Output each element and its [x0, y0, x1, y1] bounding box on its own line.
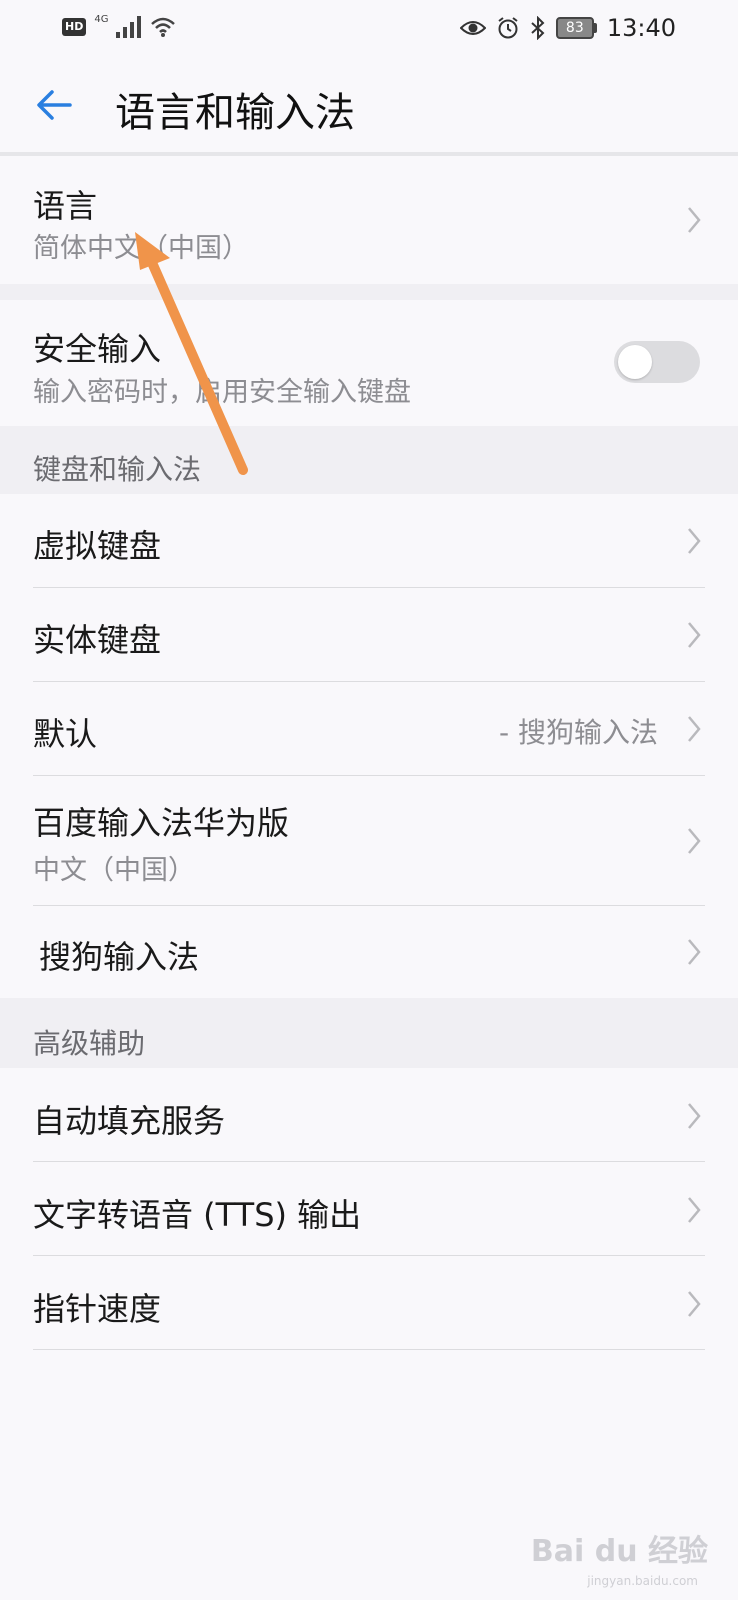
clock: 13:40: [606, 14, 676, 42]
list-item-autofill[interactable]: 自动填充服务: [0, 1068, 738, 1162]
secure-input-toggle[interactable]: [614, 341, 700, 383]
secure-input-title: 安全输入: [33, 330, 162, 368]
section-header-keyboard: 键盘和输入法: [0, 426, 738, 494]
chevron-right-icon: [688, 716, 701, 742]
list-item-pointer-speed[interactable]: 指针速度: [0, 1256, 738, 1350]
wifi-icon: [151, 17, 176, 37]
list-item-physical-keyboard[interactable]: 实体键盘: [0, 588, 738, 682]
page-title: 语言和输入法: [115, 90, 355, 136]
list-item-title: 百度输入法华为版: [33, 804, 290, 842]
section-gap: [0, 284, 738, 300]
chevron-right-icon: [688, 828, 701, 854]
back-button[interactable]: [30, 80, 80, 130]
secure-input-row: 安全输入 输入密码时，启用安全输入键盘: [0, 300, 738, 426]
eye-icon: [459, 21, 486, 35]
chevron-right-icon: [688, 1103, 701, 1129]
list-item-tts[interactable]: 文字转语音 (TTS) 输出: [0, 1162, 738, 1256]
battery-tip: [593, 23, 597, 33]
alarm-icon: [498, 17, 518, 39]
secure-input-subtitle: 输入密码时，启用安全输入键盘: [33, 377, 411, 408]
chevron-right-icon: [688, 1291, 701, 1317]
hd-badge: HD: [62, 18, 87, 36]
list-item-virtual-keyboard[interactable]: 虚拟键盘: [0, 494, 738, 588]
chevron-right-icon: [688, 1197, 701, 1223]
bluetooth-icon: [531, 16, 545, 40]
status-left: HD 4G: [62, 13, 176, 38]
list-item-title: 文字转语音 (TTS) 输出: [33, 1196, 362, 1234]
default-input-value: - 搜狗输入法: [498, 716, 658, 749]
section-label-advanced: 高级辅助: [33, 1027, 146, 1060]
list-item-baidu-ime[interactable]: 百度输入法华为版 中文（中国）: [0, 776, 738, 906]
list-item-title: 搜狗输入法: [39, 938, 200, 976]
list-item-default[interactable]: 默认 - 搜狗输入法: [0, 682, 738, 776]
chevron-right-icon: [688, 622, 701, 648]
status-right: 83 13:40: [459, 14, 676, 42]
chevron-right-icon: [688, 939, 701, 965]
app-bar: 语言和输入法: [0, 60, 738, 152]
baidu-watermark: Bai du 经验: [530, 1534, 708, 1569]
language-title: 语言: [33, 187, 98, 225]
baidu-watermark-url: jingyan.baidu.com: [587, 1574, 698, 1588]
section-header-advanced: 高级辅助: [0, 998, 738, 1068]
status-bar: HD 4G 83 13:40: [0, 0, 738, 56]
battery-indicator: 83: [555, 17, 597, 39]
chevron-right-icon: [688, 528, 701, 554]
toggle-knob: [618, 345, 652, 379]
chevron-right-icon: [688, 207, 701, 233]
list-item-title: 指针速度: [33, 1290, 162, 1328]
language-row[interactable]: 语言 简体中文（中国）: [0, 156, 738, 284]
list-item-title: 虚拟键盘: [33, 527, 162, 565]
battery-level: 83: [555, 17, 594, 39]
signal-icon: [116, 16, 142, 38]
list-item-sogou-ime[interactable]: 搜狗输入法: [0, 906, 738, 998]
list-item-title: 实体键盘: [33, 621, 162, 659]
section-label-keyboard: 键盘和输入法: [33, 453, 202, 486]
network-label: 4G: [94, 13, 109, 25]
list-item-subtitle: 中文（中国）: [33, 855, 195, 886]
list-item-title: 自动填充服务: [33, 1102, 226, 1140]
back-arrow-icon: [37, 90, 72, 120]
divider: [33, 1349, 705, 1350]
language-subtitle: 简体中文（中国）: [33, 233, 249, 264]
list-item-title: 默认: [33, 715, 98, 753]
